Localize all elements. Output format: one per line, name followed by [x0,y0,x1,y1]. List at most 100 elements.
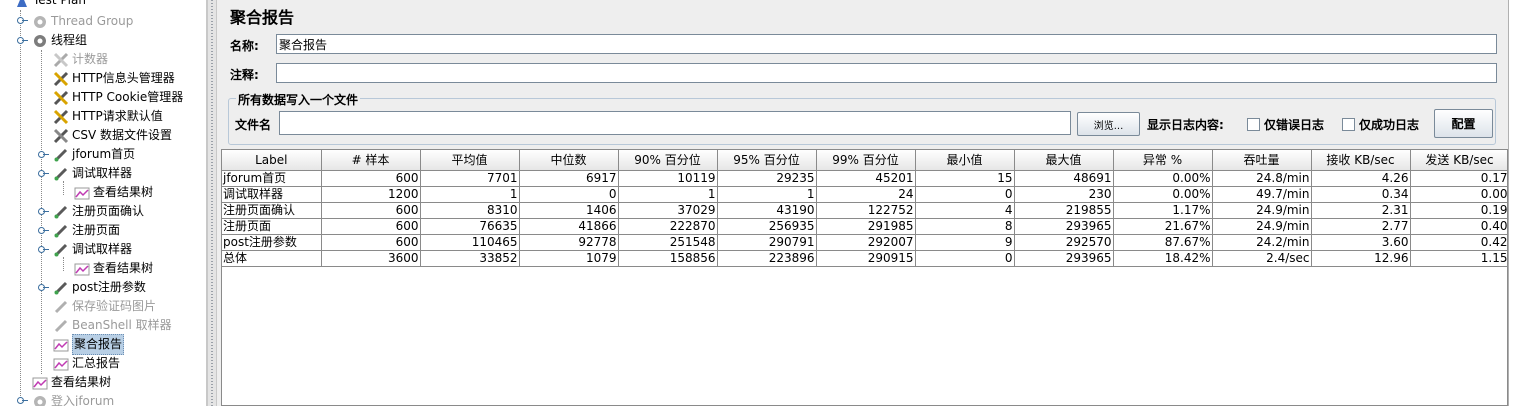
table-cell: post注册参数 [222,234,322,251]
table-cell: 87.67% [1113,234,1213,251]
table-cell: 总体 [222,250,322,267]
expand-toggle[interactable] [38,208,49,215]
listener-graph-icon [53,358,69,370]
page-title: 聚合报告 [230,8,295,27]
table-cell: 222870 [618,218,718,235]
table-cell: 29235 [717,170,817,187]
tree-item-counter[interactable]: 计数器 [53,50,108,69]
table-cell: 291985 [816,218,916,235]
tree-item-save-captcha[interactable]: 保存验证码图片 [53,297,156,316]
success-only-checkbox[interactable] [1342,118,1355,131]
tree-item-debug-sampler-2[interactable]: 调试取样器 [53,240,132,259]
column-header-samples[interactable]: # 样本 [321,150,421,171]
table-cell: 1 [618,186,718,203]
errors-only-checkbox[interactable] [1247,118,1260,131]
table-cell: 4.26 [1311,170,1411,187]
filename-field[interactable] [279,111,1071,135]
table-cell: 76635 [420,218,520,235]
expand-toggle[interactable] [38,170,49,177]
tree-item-thread-group-cn[interactable]: 线程组 [32,31,87,50]
table-cell: 0.17 [1410,170,1507,187]
table-cell: 1 [420,186,520,203]
table-cell: 290915 [816,250,916,267]
tree-item-debug-sampler[interactable]: 调试取样器 [53,164,132,183]
config-tools-icon [53,71,69,86]
table-cell: 41866 [519,218,619,235]
expand-toggle[interactable] [38,246,49,253]
tree-item-thread-group[interactable]: Thread Group [32,12,133,31]
table-row[interactable]: 注册页面 600 76635 41866 222870 256935 291985 8 2939… [222,218,1507,235]
table-cell: 293965 [1014,218,1114,235]
table-cell: 600 [321,202,421,219]
table-cell: 1.17% [1113,202,1213,219]
column-header-throughput[interactable]: 吞吐量 [1212,150,1312,171]
tree-item-results-tree[interactable]: 查看结果树 [74,183,153,202]
tree-item-register-confirm[interactable]: 注册页面确认 [53,202,144,221]
table-body: jforum首页 600 7701 6917 10119 29235 45201 15 4869… [222,170,1507,267]
table-cell: 4 [915,202,1015,219]
tree-item-cookie-manager[interactable]: HTTP Cookie管理器 [53,88,183,107]
column-header-max[interactable]: 最大值 [1014,150,1114,171]
browse-button[interactable]: 浏览... [1077,112,1140,136]
table-cell: 1.15 [1410,250,1507,267]
test-plan-tree[interactable]: Test Plan Thread Group 线程组 计数器 HTTP信息头管理… [0,0,207,406]
table-row[interactable]: post注册参数 600 110465 92778 251548 290791 292007… [222,234,1507,251]
sampler-pipette-icon [54,167,68,180]
jmeter-window: Test Plan Thread Group 线程组 计数器 HTTP信息头管理… [0,0,1513,406]
table-cell: 2.77 [1311,218,1411,235]
table-cell: jforum首页 [222,170,322,187]
expand-toggle[interactable] [17,397,28,404]
expand-toggle[interactable] [38,284,49,291]
configure-button[interactable]: 配置 [1434,109,1493,138]
comment-field[interactable] [276,63,1497,83]
expand-toggle[interactable] [38,227,49,234]
table-row[interactable]: jforum首页 600 7701 6917 10119 29235 45201 15 4869… [222,170,1507,187]
column-header-95-line[interactable]: 95% 百分位 [717,150,817,171]
test-plan-icon [17,0,27,7]
column-header-99-line[interactable]: 99% 百分位 [816,150,916,171]
table-row[interactable]: 注册页面确认 600 8310 1406 37029 43190 122752 4 219855… [222,202,1507,219]
expand-toggle[interactable] [17,37,28,44]
table-cell: 158856 [618,250,718,267]
tree-item-header-manager[interactable]: HTTP信息头管理器 [53,69,175,88]
gear-icon [34,15,46,28]
tree-item-aggregate-report[interactable]: 聚合报告 [53,334,125,355]
table-cell: 注册页面 [222,218,322,235]
tree-item-results-tree-3[interactable]: 查看结果树 [32,373,111,392]
table-row[interactable]: 总体 3600 33852 1079 158856 223896 290915 0 293965… [222,250,1507,267]
tree-item-summary-report[interactable]: 汇总报告 [53,354,120,373]
column-header-received-kb[interactable]: 接收 KB/sec [1311,150,1411,171]
aggregate-report-panel: 聚合报告 名称: 注释: 所有数据写入一个文件 文件名 浏览... 显示日志内容… [218,0,1508,406]
table-cell: 0.19 [1410,202,1507,219]
tree-item-login-jforum[interactable]: 登入jforum [32,392,114,406]
table-cell: 24.2/min [1212,234,1312,251]
table-cell: 223896 [717,250,817,267]
expand-toggle[interactable] [38,151,49,158]
tree-item-register-page[interactable]: 注册页面 [53,221,120,240]
tree-item-results-tree-2[interactable]: 查看结果树 [74,259,153,278]
table-cell: 1200 [321,186,421,203]
expand-toggle[interactable] [17,17,28,24]
tree-item-beanshell[interactable]: BeanShell 取样器 [53,316,172,335]
column-header-average[interactable]: 平均值 [420,150,520,171]
table-cell: 0.42 [1410,234,1507,251]
listener-graph-icon [74,187,90,199]
sampler-pipette-icon [54,281,68,294]
column-header-min[interactable]: 最小值 [915,150,1015,171]
column-header-90-line[interactable]: 90% 百分位 [618,150,718,171]
column-header-label[interactable]: Label [222,150,322,171]
tree-item-csv-config[interactable]: CSV 数据文件设置 [53,126,172,145]
aggregate-results-table[interactable]: Label # 样本 平均值 中位数 90% 百分位 95% 百分位 99% 百… [221,149,1508,406]
tree-item-post-register[interactable]: post注册参数 [53,278,146,297]
success-only-label: 仅成功日志 [1359,118,1420,132]
column-header-median[interactable]: 中位数 [519,150,619,171]
tree-item-jforum-home[interactable]: jforum首页 [53,145,135,164]
table-cell: 调试取样器 [222,186,322,203]
name-field[interactable] [276,34,1497,54]
tree-item-request-defaults[interactable]: HTTP请求默认值 [53,107,163,126]
tree-item-test-plan[interactable]: Test Plan [14,0,86,10]
pane-splitter[interactable] [207,0,217,406]
column-header-sent-kb[interactable]: 发送 KB/sec [1410,150,1507,171]
column-header-error-pct[interactable]: 异常 % [1113,150,1213,171]
table-row[interactable]: 调试取样器 1200 1 0 1 1 24 0 230 0.00% 49.7/min 0.34 0.00 [222,186,1507,203]
